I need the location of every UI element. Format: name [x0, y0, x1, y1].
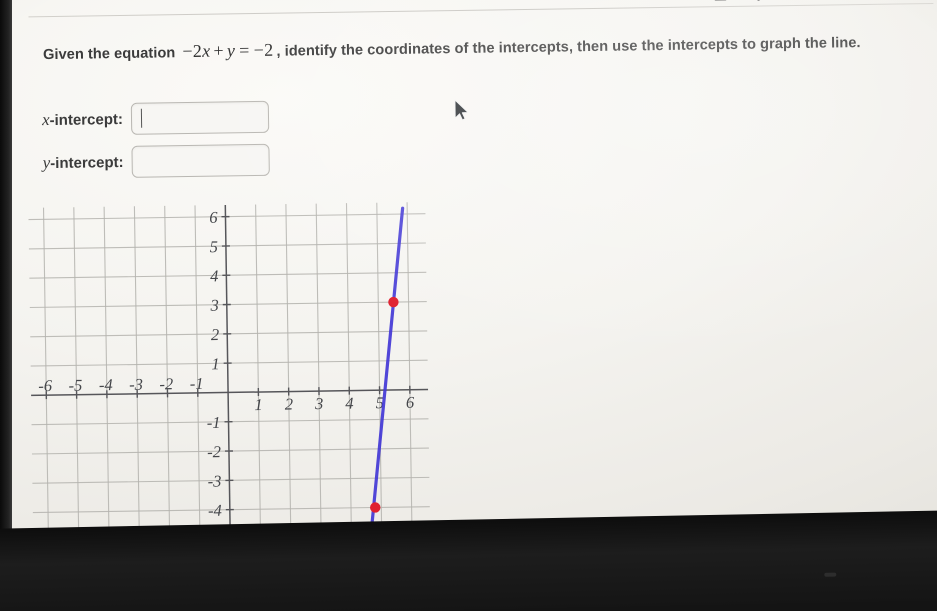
y-tick-label: 4	[210, 266, 219, 285]
score-text: 0/5 pts	[732, 0, 779, 2]
header-divider	[28, 2, 934, 18]
x-tick-label: 3	[314, 394, 324, 413]
y-intercept-label: y-intercept:	[43, 152, 124, 173]
y-intercept-input[interactable]	[131, 143, 270, 178]
coordinate-graph: -6-5-4-3-2-1123456 -5-4-3-2-1123456	[28, 202, 431, 561]
y-axis	[224, 204, 232, 561]
x-tick-label: -3	[129, 375, 143, 394]
grid-line-vertical	[285, 204, 292, 561]
text-caret	[140, 108, 143, 128]
y-tick-label: 5	[210, 237, 219, 256]
y-tick-label: -2	[207, 442, 221, 461]
y-tick-label: -1	[207, 413, 221, 432]
x-tick-label: 1	[254, 395, 263, 414]
score-group: 0/5 pts	[713, 0, 779, 2]
y-tick-label: 2	[211, 325, 220, 344]
attempts-count: 3	[804, 0, 812, 1]
problem-statement: Given the equation −2x + y = −2, identify th…	[43, 28, 925, 66]
x-intercept-input[interactable]	[130, 100, 270, 135]
attempts-group: 3	[785, 0, 812, 1]
equation-coefficient: 2	[192, 40, 203, 61]
grid-line-vertical	[255, 204, 262, 561]
y-intercept-row: y-intercept:	[42, 143, 270, 179]
grid-line-vertical	[406, 202, 413, 560]
rotate-ccw-icon	[785, 0, 800, 1]
problem-text-before: Given the equation	[42, 45, 176, 64]
question-status-bar: 0/5 pts 3	[713, 0, 932, 2]
y-intercept-label-rest: -intercept:	[50, 153, 124, 173]
equation-rhs: 2	[263, 39, 274, 60]
x-tick-label: -6	[38, 376, 53, 395]
left-bezel	[0, 0, 12, 611]
grid-line-vertical	[315, 203, 323, 561]
bezel-speck	[824, 572, 837, 577]
x-tick-label: 4	[345, 394, 354, 413]
y-tick-label: 1	[211, 354, 220, 373]
x-tick-label: -2	[159, 374, 173, 393]
y-axis-tick-labels: -5-4-3-2-1123456	[207, 208, 223, 549]
equation-plus: +	[213, 40, 225, 61]
x-tick-label: 6	[406, 393, 415, 412]
x-tick-label: 2	[285, 394, 294, 413]
x-tick-label: -1	[190, 374, 204, 393]
y-tick-label: 6	[209, 208, 218, 227]
mouse-pointer-icon	[454, 99, 471, 128]
x-intercept-row: x-intercept:	[42, 100, 270, 136]
equation-neg-1: −	[182, 40, 193, 62]
grid-line-vertical	[345, 203, 353, 561]
equation-neg-2: −	[253, 39, 265, 61]
x-intercept-label-rest: -intercept:	[49, 110, 124, 130]
x-intercept-label: x-intercept:	[42, 109, 123, 130]
plotted-point[interactable]	[370, 502, 381, 513]
y-tick-label: -4	[208, 501, 222, 520]
problem-text-after: , identify the coordinates of the interc…	[276, 35, 861, 60]
photographed-screen: 0/5 pts 3	[0, 0, 937, 611]
swap-group: 99	[820, 0, 857, 1]
y-tick-label: -3	[208, 471, 222, 490]
bottom-bezel	[0, 510, 937, 611]
equation-equals: =	[239, 40, 250, 61]
x-tick-label: -4	[99, 375, 113, 394]
plotted-point[interactable]	[388, 296, 399, 308]
equation: −2x + y = −2	[179, 40, 276, 61]
x-tick-label: -5	[68, 376, 82, 395]
y-tick-label: 3	[209, 296, 219, 315]
screen-page: 0/5 pts 3	[0, 0, 937, 579]
checkbox-checked-icon	[713, 0, 728, 2]
